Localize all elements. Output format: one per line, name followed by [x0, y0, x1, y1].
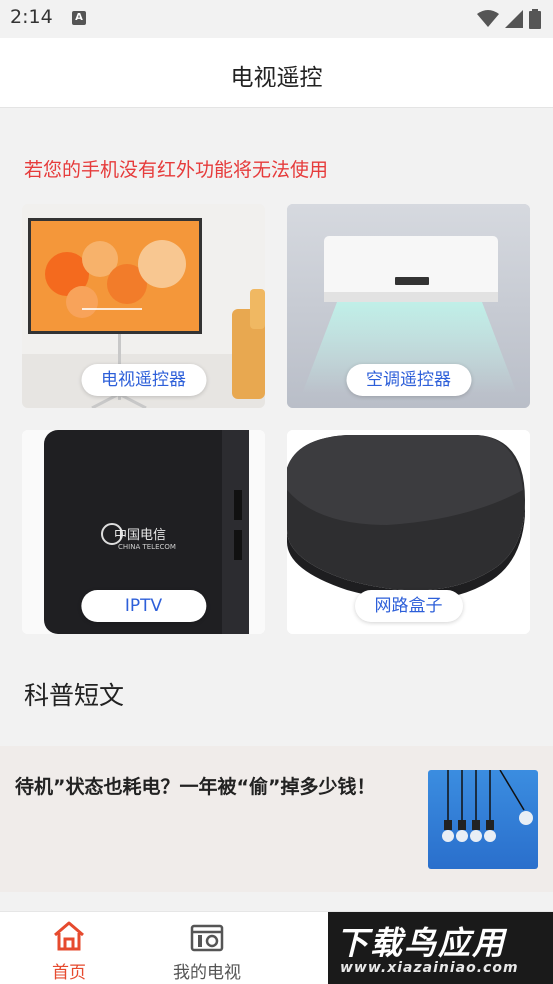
battery-icon: [529, 9, 541, 29]
status-bar: 2:14 A: [0, 0, 553, 38]
watermark-logo: 下载鸟应用 www.xiazainiao.com: [328, 912, 553, 984]
nav-home-label: 首页: [52, 963, 86, 983]
network-box-label: 网路盒子: [354, 590, 463, 622]
nav-my-tv-label: 我的电视: [173, 963, 241, 983]
iptv-remote-card[interactable]: 中国电信 CHINA TELECOM IPTV: [22, 430, 265, 634]
status-icons: [477, 9, 541, 29]
ir-warning-text: 若您的手机没有红外功能将无法使用: [24, 159, 329, 181]
wifi-icon: [477, 10, 499, 27]
article-title: 待机”状态也耗电？一年被“偷”掉多少钱！: [15, 776, 376, 798]
article-item[interactable]: 待机”状态也耗电？一年被“偷”掉多少钱！: [0, 746, 553, 892]
section-title: 科普短文: [24, 681, 125, 710]
tv-remote-label: 电视遥控器: [81, 364, 206, 396]
app-bar: 电视遥控: [0, 38, 553, 108]
ac-remote-card[interactable]: 空调遥控器: [287, 204, 530, 408]
network-box-remote-card[interactable]: 网路盒子: [287, 430, 530, 634]
article-thumbnail: [428, 770, 538, 869]
signal-icon: [505, 10, 523, 28]
iptv-brand-en: CHINA TELECOM: [118, 543, 176, 551]
watermark-url-text: www.xiazainiao.com: [340, 960, 519, 976]
notification-a-icon: A: [72, 11, 86, 25]
nav-home[interactable]: 首页: [0, 912, 138, 984]
iptv-label: IPTV: [80, 590, 207, 622]
watermark-main-text: 下载鸟应用: [336, 924, 507, 962]
iptv-brand-text: 中国电信: [114, 528, 167, 543]
page-title: 电视遥控: [230, 65, 323, 91]
tv-icon: [190, 924, 224, 952]
ac-remote-label: 空调遥控器: [346, 364, 471, 396]
home-icon: [54, 921, 84, 951]
nav-my-tv[interactable]: 我的电视: [138, 912, 276, 984]
status-time: 2:14: [10, 6, 53, 28]
tv-remote-card[interactable]: 电视遥控器: [22, 204, 265, 408]
